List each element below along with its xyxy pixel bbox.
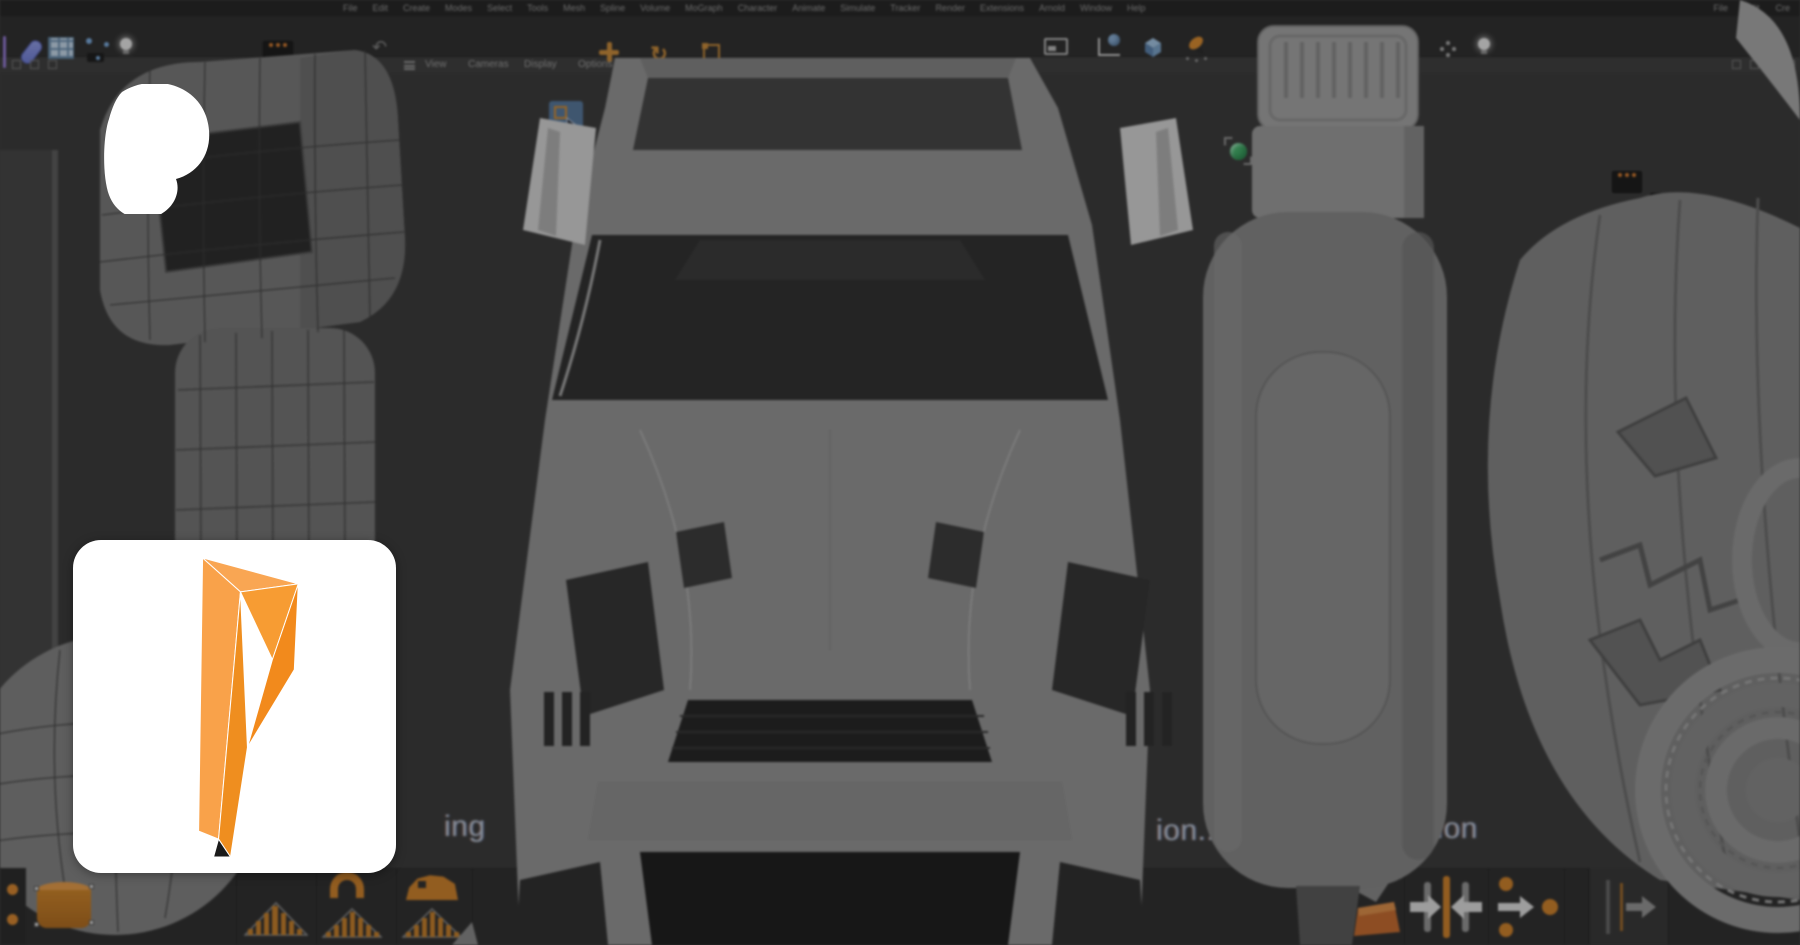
axis-dots-icon[interactable] <box>1440 41 1455 56</box>
viewport-toggle-icon-1[interactable] <box>12 60 21 69</box>
polygon-brush-icon[interactable] <box>36 878 92 934</box>
keyframe-settings-tile-icon[interactable] <box>333 85 363 107</box>
text-fragment-left: ing <box>444 810 486 844</box>
iron-tool-icon[interactable] <box>406 874 458 900</box>
menu-item-create-2-truncated[interactable]: Cre <box>1775 3 1790 13</box>
subdivision-surface-icon[interactable] <box>1224 137 1252 165</box>
menu-item-edit-2[interactable]: Edit <box>1744 3 1760 13</box>
live-selection-tool-icon[interactable] <box>549 101 583 135</box>
viewport-hamburger-icon[interactable] <box>404 61 415 70</box>
dolly-view-icon[interactable] <box>1750 60 1759 69</box>
menu-item-animate[interactable]: Animate <box>792 3 825 13</box>
menu-item-spline[interactable]: Spline <box>600 3 625 13</box>
keyframe-play-tile-icon-right[interactable] <box>1650 193 1680 215</box>
main-toolbar: ↶ ↻ <box>0 16 1800 57</box>
iron-falloff-icon <box>402 906 462 938</box>
render-settings-icon[interactable] <box>1098 38 1120 56</box>
cursor-arrow-icon <box>566 117 580 133</box>
viewport-menu-view[interactable]: View <box>425 59 447 70</box>
pan-view-icon[interactable] <box>1732 60 1741 69</box>
menu-item-tools[interactable]: Tools <box>527 3 548 13</box>
render-view-icon[interactable] <box>1044 38 1068 55</box>
slide-tool-icon[interactable] <box>1492 870 1564 944</box>
viewport-menu-bar: View Cameras Display Options <box>0 57 1800 73</box>
layout-grid-icon[interactable] <box>48 37 74 59</box>
menu-items: File Edit Create Modes Select Tools Mesh… <box>0 3 1146 13</box>
menu-item-render[interactable]: Render <box>935 3 965 13</box>
rotate-view-icon[interactable] <box>1768 60 1777 69</box>
viewport-light-bulb-icon[interactable] <box>1478 38 1490 54</box>
magnet-tool-icon[interactable] <box>330 872 364 898</box>
palette-dots-icon[interactable] <box>0 868 26 945</box>
menu-item-character[interactable]: Character <box>738 3 778 13</box>
menu-item-mesh[interactable]: Mesh <box>563 3 585 13</box>
creator-avatar-card[interactable] <box>73 540 396 873</box>
menu-item-volume[interactable]: Volume <box>640 3 670 13</box>
viewport-menu-display[interactable]: Display <box>524 59 557 70</box>
light-bulb-icon[interactable] <box>120 38 132 54</box>
menu-item-file[interactable]: File <box>343 3 358 13</box>
viewport-menu-cameras[interactable]: Cameras <box>468 59 509 70</box>
menu-item-modes[interactable]: Modes <box>445 3 472 13</box>
keyframe-settings-tile-icon-right[interactable] <box>1688 215 1718 237</box>
frame-icon[interactable] <box>314 60 323 69</box>
text-fragment-center: ion... <box>1156 814 1224 848</box>
menu-item-help[interactable]: Help <box>1127 3 1146 13</box>
low-poly-p-logo <box>73 540 396 872</box>
viewport-toggle-icon-3[interactable] <box>48 60 57 69</box>
weld-tool-icon[interactable] <box>1408 870 1484 944</box>
menu-item-arnold[interactable]: Arnold <box>1039 3 1065 13</box>
patreon-cover: File Edit Create Modes Select Tools Mesh… <box>0 0 1800 945</box>
patreon-logo <box>80 84 210 214</box>
menu-item-select[interactable]: Select <box>487 3 512 13</box>
move-arrow-panel-icon[interactable] <box>1590 868 1668 945</box>
text-fragment-right: ction <box>1412 812 1478 846</box>
menu-item-mograph[interactable]: MoGraph <box>685 3 723 13</box>
undo-icon[interactable]: ↶ <box>372 38 387 56</box>
menu-item-extensions[interactable]: Extensions <box>980 3 1024 13</box>
secondary-menu-items: File Edit Cre <box>1713 3 1800 13</box>
menu-bar: File Edit Create Modes Select Tools Mesh… <box>0 0 1800 16</box>
falloff-profile-icon[interactable] <box>244 900 308 936</box>
menu-item-simulate[interactable]: Simulate <box>840 3 875 13</box>
menu-item-window[interactable]: Window <box>1080 3 1112 13</box>
keyframe-record-tile-icon-right[interactable] <box>1612 171 1642 193</box>
add-cube-icon[interactable] <box>1142 37 1164 57</box>
menu-item-file-2[interactable]: File <box>1713 3 1728 13</box>
maximize-view-icon[interactable] <box>1786 60 1795 69</box>
magnet-falloff-icon <box>322 906 382 938</box>
menu-item-tracker[interactable]: Tracker <box>890 3 920 13</box>
menu-item-edit[interactable]: Edit <box>373 3 389 13</box>
lock-icon[interactable] <box>332 60 341 69</box>
menu-item-create[interactable]: Create <box>403 3 430 13</box>
patreon-blob-icon <box>80 84 210 214</box>
paint-bucket-icon[interactable] <box>1350 872 1402 942</box>
deformer-sphere-icon[interactable] <box>1356 42 1369 55</box>
viewport-toggle-icon-2[interactable] <box>30 60 39 69</box>
viewport-menu-options[interactable]: Options <box>578 59 612 70</box>
